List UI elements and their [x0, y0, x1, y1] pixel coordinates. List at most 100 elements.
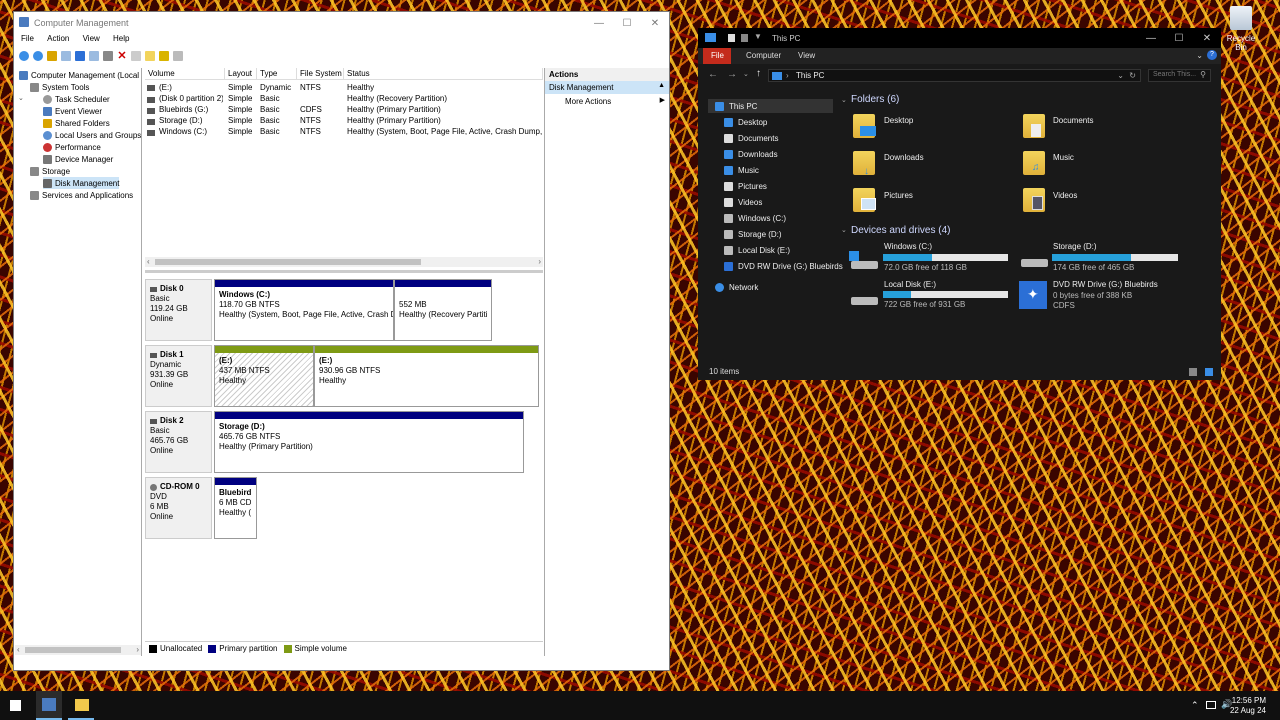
scrollbar-thumb[interactable]	[155, 259, 421, 265]
tree-horizontal-scrollbar[interactable]: ‹ ›	[15, 645, 141, 655]
help-icon[interactable]: ?	[1207, 50, 1217, 60]
maximize-icon[interactable]: ☐	[1165, 28, 1193, 48]
column-header-status[interactable]: Status	[344, 68, 543, 80]
show-hidden-icons-icon[interactable]: ⌃	[1191, 700, 1199, 711]
drives-header[interactable]: Devices and drives (4)	[851, 225, 950, 236]
nav-item-local-disk-e[interactable]: Local Disk (E:)	[708, 243, 790, 257]
tree-item-shared-folders[interactable]: Shared Folders	[43, 117, 110, 129]
partition-bluebird[interactable]: Bluebird 6 MB CD Healthy (	[214, 477, 257, 539]
nav-item-music[interactable]: Music	[708, 163, 759, 177]
disk-label[interactable]: CD-ROM 0 DVD 6 MB Online	[145, 477, 212, 539]
help-icon[interactable]	[75, 51, 85, 61]
scroll-right-icon[interactable]: ›	[538, 257, 541, 266]
search-icon[interactable]: ⚲	[1200, 70, 1206, 79]
maximize-icon[interactable]: ☐	[613, 12, 641, 34]
title-bar[interactable]: ▼ This PC — ☐ ✕	[698, 28, 1221, 48]
tree-item-services-applications[interactable]: Services and Applications	[30, 189, 133, 201]
nav-item-network[interactable]: Network	[708, 280, 758, 294]
recent-locations-icon[interactable]: ⌄	[743, 70, 749, 78]
disk-label[interactable]: Disk 0 Basic 119.24 GB Online	[145, 279, 212, 341]
column-header-volume[interactable]: Volume	[145, 68, 225, 80]
nav-item-downloads[interactable]: Downloads	[708, 147, 778, 161]
partition-e-small[interactable]: (E:) 437 MB NTFS Healthy	[214, 345, 314, 407]
details-view-icon[interactable]	[1189, 368, 1197, 376]
scrollbar-thumb[interactable]	[25, 647, 121, 653]
start-windows-icon[interactable]	[10, 700, 21, 711]
up-folder-icon[interactable]	[47, 51, 57, 61]
up-icon[interactable]: ↑	[756, 68, 761, 79]
partition-e-large[interactable]: (E:) 930.96 GB NTFS Healthy	[314, 345, 539, 407]
connect-icon[interactable]	[103, 51, 113, 61]
tree-item-computer-management[interactable]: Computer Management (Local	[19, 69, 139, 81]
tree-item-event-viewer[interactable]: Event Viewer	[43, 105, 102, 117]
actions-section-disk-management[interactable]: Disk Management ▲	[545, 81, 669, 94]
nav-item-this-pc[interactable]: This PC	[708, 99, 833, 113]
disk-label[interactable]: Disk 2 Basic 465.76 GB Online	[145, 411, 212, 473]
disk-label[interactable]: Disk 1 Dynamic 931.39 GB Online	[145, 345, 212, 407]
quick-access-properties-icon[interactable]	[728, 34, 735, 42]
refresh-icon[interactable]: ↻	[1129, 71, 1136, 80]
tree-item-system-tools[interactable]: System Tools	[30, 81, 89, 93]
clock[interactable]: 12:56 PM 22 Aug 24	[1230, 696, 1266, 716]
forward-icon[interactable]: →	[727, 69, 737, 80]
title-bar[interactable]: Computer Management — ☐ ✕	[14, 12, 669, 34]
column-header-file-system[interactable]: File System	[297, 68, 344, 80]
scroll-right-icon[interactable]: ›	[136, 645, 139, 654]
minimize-icon[interactable]: —	[1137, 28, 1165, 48]
menu-view[interactable]: View	[83, 34, 100, 43]
tab-computer[interactable]: Computer	[746, 51, 781, 60]
customize-quick-access-icon[interactable]: ▼	[754, 32, 762, 41]
partition-recovery[interactable]: 552 MB Healthy (Recovery Partiti	[394, 279, 492, 341]
quick-access-new-folder-icon[interactable]	[741, 34, 748, 42]
column-header-type[interactable]: Type	[257, 68, 297, 80]
nav-item-documents[interactable]: Documents	[708, 131, 778, 145]
collapse-folders-icon[interactable]: ⌄	[841, 96, 847, 104]
nav-item-pictures[interactable]: Pictures	[708, 179, 767, 193]
tab-view[interactable]: View	[798, 51, 815, 60]
close-icon[interactable]: ✕	[641, 12, 669, 34]
tree-item-device-manager[interactable]: Device Manager	[43, 153, 113, 165]
tree-item-task-scheduler[interactable]: Task Scheduler	[43, 93, 110, 105]
collapse-icon[interactable]: ▲	[658, 82, 665, 89]
minimize-icon[interactable]: —	[585, 12, 613, 34]
more-actions[interactable]: More Actions ▶	[545, 94, 669, 108]
network-icon[interactable]	[1206, 701, 1216, 709]
tab-file[interactable]: File	[711, 51, 724, 60]
nav-item-dvd-drive[interactable]: DVD RW Drive (G:) Bluebirds	[708, 259, 843, 273]
search-input[interactable]: Search This... ⚲	[1148, 69, 1211, 82]
tree-item-disk-management[interactable]: Disk Management	[43, 177, 120, 189]
nav-item-desktop[interactable]: Desktop	[708, 115, 767, 129]
expand-ribbon-icon[interactable]: ⌄	[1196, 51, 1203, 60]
new-folder-icon[interactable]	[145, 51, 155, 61]
column-header-layout[interactable]: Layout	[225, 68, 257, 80]
menu-help[interactable]: Help	[113, 34, 129, 43]
back-icon[interactable]: ←	[708, 69, 718, 80]
delete-icon[interactable]: ✕	[117, 51, 127, 62]
address-input[interactable]: › This PC ⌄ ↻	[768, 69, 1141, 82]
collapse-drives-icon[interactable]: ⌄	[841, 226, 847, 234]
menu-action[interactable]: Action	[47, 34, 69, 43]
nav-item-videos[interactable]: Videos	[708, 195, 762, 209]
close-icon[interactable]: ✕	[1193, 28, 1221, 48]
scroll-left-icon[interactable]: ‹	[17, 645, 20, 654]
tree-item-local-users[interactable]: Local Users and Groups	[43, 129, 141, 141]
tree-item-storage[interactable]: Storage	[30, 165, 70, 177]
check-icon[interactable]	[131, 51, 141, 61]
large-icons-view-icon[interactable]	[1205, 368, 1213, 376]
back-icon[interactable]	[19, 51, 29, 61]
scroll-left-icon[interactable]: ‹	[147, 257, 150, 266]
forward-icon[interactable]	[33, 51, 43, 61]
tree-item-performance[interactable]: Performance	[43, 141, 101, 153]
menu-file[interactable]: File	[21, 34, 34, 43]
partition-windows-c[interactable]: Windows (C:) 118.70 GB NTFS Healthy (Sys…	[214, 279, 394, 341]
address-dropdown-icon[interactable]: ⌄	[1117, 71, 1124, 80]
nav-item-storage-d[interactable]: Storage (D:)	[708, 227, 782, 241]
view-icon[interactable]	[173, 51, 183, 61]
partition-storage-d[interactable]: Storage (D:) 465.76 GB NTFS Healthy (Pri…	[214, 411, 524, 473]
folders-header[interactable]: Folders (6)	[851, 94, 899, 105]
show-hide-tree-icon[interactable]	[61, 51, 71, 61]
search-icon[interactable]	[159, 51, 169, 61]
nav-item-windows-c[interactable]: Windows (C:)	[708, 211, 786, 225]
properties-icon[interactable]	[89, 51, 99, 61]
recycle-bin[interactable]: Recycle Bin	[1221, 6, 1261, 52]
